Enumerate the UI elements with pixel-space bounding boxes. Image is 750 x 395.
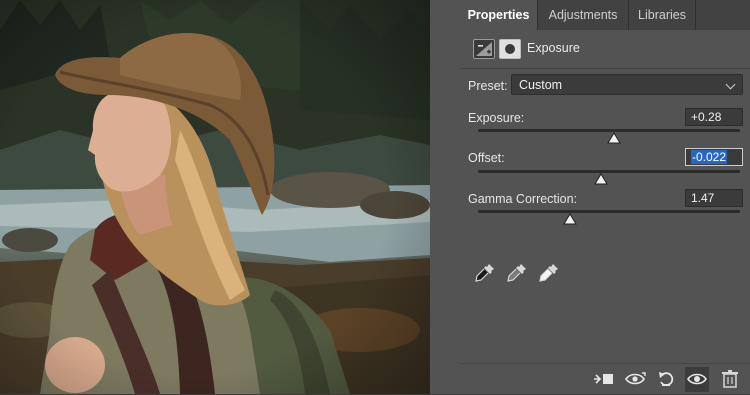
tab-adjustments[interactable]: Adjustments: [538, 0, 628, 30]
panel-tab-bar: Properties Adjustments Libraries: [460, 0, 750, 30]
reset-icon[interactable]: [654, 369, 678, 389]
gamma-slider-track[interactable]: [478, 210, 740, 213]
exposure-adjustment-icon[interactable]: [473, 39, 495, 59]
tab-divider: [695, 0, 696, 30]
gamma-correction-label: Gamma Correction:: [468, 192, 578, 206]
photo-hiker: [0, 0, 430, 394]
toggle-visibility-icon[interactable]: [685, 367, 709, 392]
offset-label: Offset:: [468, 151, 505, 165]
black-point-eyedropper-icon[interactable]: [474, 262, 496, 284]
tab-libraries[interactable]: Libraries: [629, 0, 695, 30]
tab-properties[interactable]: Properties: [460, 0, 537, 30]
white-point-eyedropper-icon[interactable]: [538, 262, 560, 284]
offset-value-field[interactable]: -0.022: [685, 148, 743, 166]
panel-gutter: [430, 0, 460, 394]
layer-mask-icon[interactable]: [499, 39, 521, 59]
delete-icon[interactable]: [718, 369, 742, 389]
exposure-value-field[interactable]: +0.28: [685, 108, 743, 126]
clip-to-layer-icon[interactable]: [592, 369, 616, 389]
preset-label: Preset:: [468, 79, 508, 93]
gamma-value-field[interactable]: 1.47: [685, 189, 743, 207]
document-canvas[interactable]: [0, 0, 430, 394]
bottom-toolbar: [460, 363, 750, 395]
properties-panel: Properties Adjustments Libraries Exposur…: [460, 0, 750, 394]
preset-dropdown[interactable]: Custom: [511, 74, 743, 95]
chevron-down-icon: [725, 79, 736, 90]
header-divider: [460, 68, 750, 69]
adjustment-title: Exposure: [527, 41, 580, 55]
gray-point-eyedropper-icon[interactable]: [506, 262, 528, 284]
offset-value: -0.022: [691, 150, 728, 164]
offset-slider-track[interactable]: [478, 170, 740, 173]
adjustment-header: Exposure: [460, 30, 750, 68]
view-previous-state-icon[interactable]: [623, 369, 647, 389]
exposure-label: Exposure:: [468, 111, 525, 125]
gamma-value: 1.47: [691, 191, 715, 205]
exposure-value: +0.28: [691, 110, 722, 124]
preset-value: Custom: [519, 78, 563, 92]
